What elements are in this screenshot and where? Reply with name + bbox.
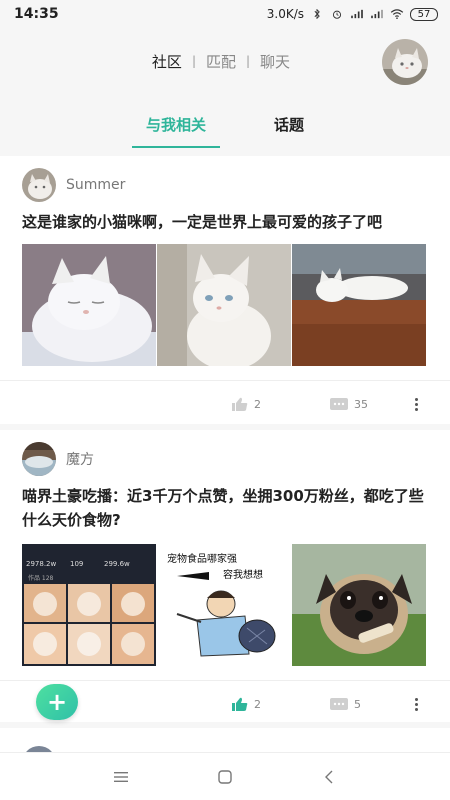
signal-hd-icon (351, 9, 363, 19)
nav-chat[interactable]: 聊天 (250, 51, 300, 72)
like-count: 2 (254, 397, 261, 411)
post-photos: 2978.2w 109 299.6w 作品 128 宠物食品哪家强 容我想想 (22, 544, 426, 666)
top-nav-links: 社区 | 匹配 | 聊天 (142, 51, 300, 72)
signal-icon (371, 9, 383, 19)
post-photos (22, 244, 426, 366)
network-speed: 3.0K/s (266, 7, 304, 21)
post-photo[interactable]: 2978.2w 109 299.6w 作品 128 (22, 544, 156, 666)
author-avatar[interactable] (22, 442, 56, 476)
home-button[interactable] (213, 765, 237, 789)
more-dot-icon (414, 702, 418, 706)
more-dot-icon (414, 397, 418, 401)
tab-related[interactable]: 与我相关 (131, 108, 221, 150)
screenshot-stat: 109 (70, 560, 83, 568)
author-name[interactable]: Summer (66, 177, 125, 193)
more-dot-icon (414, 707, 418, 711)
system-nav-bar (0, 752, 450, 800)
author-name[interactable]: 魔方 (66, 449, 94, 469)
post-title[interactable]: 喵界土豪吃播：近3千万个点赞，坐拥300万粉丝，都吃了些什么天价食物? (22, 484, 428, 532)
comic-caption-1: 宠物食品哪家强 (167, 552, 237, 565)
like-button[interactable]: 2 (232, 697, 261, 712)
status-time: 14:35 (14, 6, 59, 22)
comment-button[interactable]: 5 (330, 698, 361, 711)
bluetooth-icon (314, 9, 320, 19)
back-button[interactable] (317, 765, 341, 789)
like-count: 2 (254, 697, 261, 711)
comic-caption-2: 容我想想 (223, 568, 263, 581)
alarm-icon (332, 10, 342, 19)
post-card[interactable]: 魔方 喵界土豪吃播：近3千万个点赞，坐拥300万粉丝，都吃了些什么天价食物? 2… (0, 430, 450, 722)
back-icon (325, 770, 333, 783)
post-card[interactable]: Summer 这是谁家的小猫咪啊，一定是世界上最可爱的孩子了吧 2 35 (0, 156, 450, 424)
wifi-icon (390, 9, 404, 19)
comment-icon (330, 398, 348, 410)
battery-indicator: 57 (410, 7, 438, 21)
menu-button[interactable] (109, 765, 133, 789)
comment-icon (330, 698, 348, 710)
post-photo[interactable] (292, 244, 426, 366)
thumbs-up-icon (232, 697, 248, 711)
post-title[interactable]: 这是谁家的小猫咪啊，一定是世界上最可爱的孩子了吧 (22, 210, 428, 234)
post-author[interactable]: 魔方 (22, 442, 94, 476)
screenshot-stat: 2978.2w (26, 560, 56, 568)
more-dot-icon (414, 402, 418, 406)
screenshot-stat: 299.6w (104, 560, 130, 568)
screenshot-tab: 作品 128 (28, 574, 54, 582)
post-photo[interactable] (22, 244, 156, 366)
tab-topics[interactable]: 话题 (260, 108, 318, 150)
author-avatar[interactable] (22, 168, 56, 202)
add-post-button[interactable]: + (36, 684, 78, 720)
status-bar: 14:35 3.0K/s 57 (0, 0, 450, 28)
user-avatar[interactable] (382, 39, 428, 85)
nav-match[interactable]: 匹配 (196, 51, 246, 72)
comment-count: 5 (354, 697, 361, 711)
comment-count: 35 (354, 397, 368, 411)
divider (0, 380, 450, 381)
more-options-button[interactable] (410, 397, 422, 411)
top-nav: 社区 | 匹配 | 聊天 (0, 36, 450, 86)
post-actions: 2 35 (0, 384, 450, 424)
home-icon (218, 769, 232, 784)
more-options-button[interactable] (410, 697, 422, 711)
post-photo[interactable]: 宠物食品哪家强 容我想想 (157, 544, 291, 666)
divider (0, 680, 450, 681)
post-photo[interactable] (292, 544, 426, 666)
more-dot-icon (414, 697, 418, 701)
post-photo[interactable] (157, 244, 291, 366)
like-button[interactable]: 2 (232, 397, 261, 412)
nav-community[interactable]: 社区 (142, 51, 192, 72)
thumbs-up-icon (232, 397, 248, 411)
status-icons: 3.0K/s 57 (267, 7, 438, 21)
content-tabs: 与我相关 话题 (0, 108, 450, 150)
more-dot-icon (414, 407, 418, 411)
comment-button[interactable]: 35 (330, 398, 368, 411)
post-author[interactable]: Summer (22, 168, 125, 202)
menu-icon (114, 771, 128, 782)
